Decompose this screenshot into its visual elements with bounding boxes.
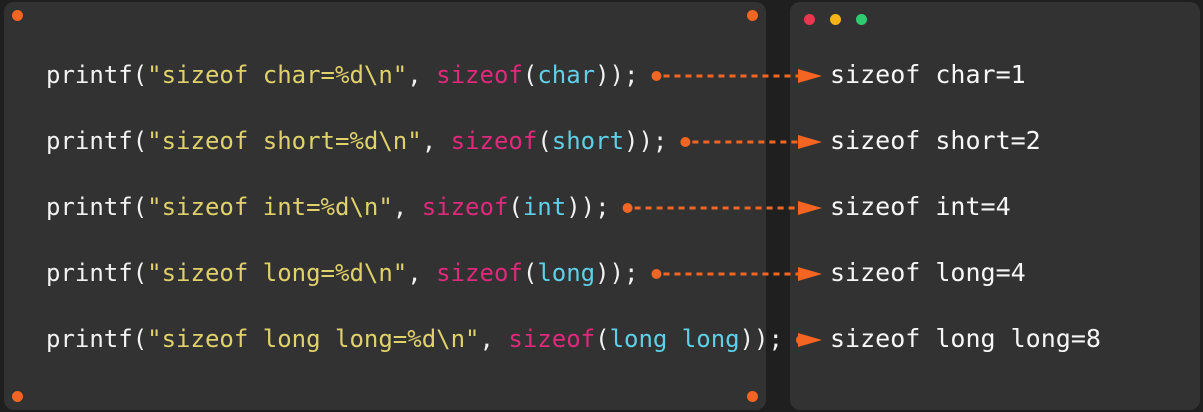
code-paren-open: ( (508, 193, 523, 221)
code-keyword: sizeof (508, 325, 596, 353)
corner-dot-top-right (747, 10, 758, 21)
output-line: sizeof int=4 (830, 192, 1011, 221)
code-paren-open: ( (522, 61, 538, 89)
output-line: sizeof char=1 (830, 60, 1026, 89)
code-string: "sizeof short=%d\n" (147, 127, 422, 155)
code-keyword: sizeof (436, 259, 523, 287)
code-type: short (551, 127, 625, 155)
code-paren-open: ( (595, 325, 610, 353)
code-line: printf("sizeof char=%d\n", sizeof(char))… (46, 60, 638, 90)
output-line: sizeof long long=8 (830, 324, 1101, 353)
code-paren-close: )); (624, 127, 668, 155)
code-type: long (537, 259, 596, 287)
output-line: sizeof long=4 (830, 258, 1026, 287)
code-line: printf("sizeof short=%d\n", sizeof(short… (46, 126, 667, 156)
corner-dot-bottom-right (747, 391, 758, 402)
code-paren-open: ( (537, 127, 552, 155)
code-line: printf("sizeof int=%d\n", sizeof(int)); (46, 192, 610, 222)
code-panel: printf("sizeof char=%d\n", sizeof(char))… (4, 2, 783, 410)
output-panel: sizeof char=1 sizeof short=2 sizeof int=… (790, 2, 1200, 410)
code-type: int (522, 193, 567, 221)
code-paren-close: )); (566, 193, 610, 221)
corner-dot-top-left (12, 10, 23, 21)
code-paren-close: )); (595, 259, 639, 287)
code-type: char (537, 61, 596, 89)
corner-dot-bottom-left (12, 391, 23, 402)
code-line: printf("sizeof long=%d\n", sizeof(long))… (46, 258, 638, 288)
window-close-dot (804, 14, 815, 25)
window-minimize-dot (830, 14, 841, 25)
code-keyword: sizeof (436, 61, 523, 89)
code-paren-close: )); (739, 325, 783, 353)
code-function: printf( (46, 259, 148, 287)
output-line: sizeof short=2 (830, 126, 1041, 155)
code-comma: , (407, 259, 437, 287)
code-string: "sizeof int=%d\n" (147, 193, 393, 221)
code-keyword: sizeof (421, 193, 509, 221)
code-comma: , (392, 193, 422, 221)
window-maximize-dot (856, 14, 867, 25)
code-comma: , (421, 127, 451, 155)
code-type: long long (609, 325, 740, 353)
code-function: printf( (46, 325, 148, 353)
code-function: printf( (46, 127, 148, 155)
code-comma: , (407, 61, 437, 89)
code-string: "sizeof long long=%d\n" (147, 325, 480, 353)
code-function: printf( (46, 193, 148, 221)
code-keyword: sizeof (450, 127, 538, 155)
code-function: printf( (46, 61, 148, 89)
code-string: "sizeof char=%d\n" (147, 61, 408, 89)
code-line: printf("sizeof long long=%d\n", sizeof(l… (46, 324, 783, 354)
code-paren-open: ( (522, 259, 538, 287)
code-comma: , (479, 325, 509, 353)
code-paren-close: )); (595, 61, 639, 89)
code-string: "sizeof long=%d\n" (147, 259, 408, 287)
